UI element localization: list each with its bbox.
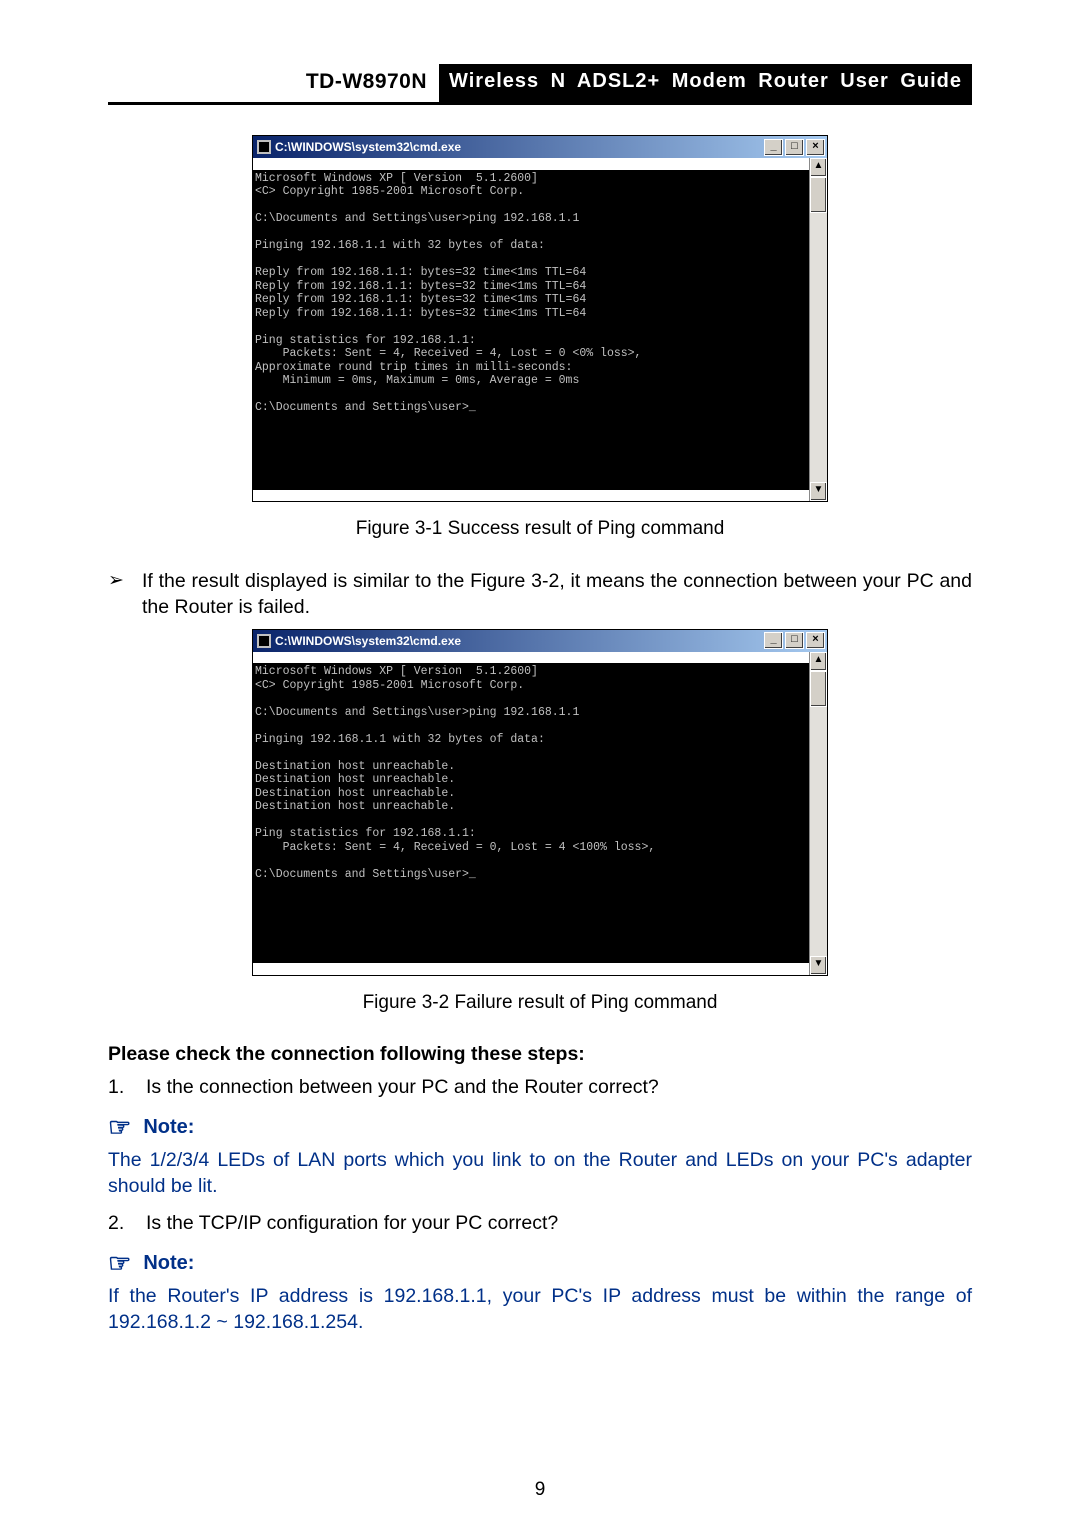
step-2-text: Is the TCP/IP configuration for your PC …: [146, 1210, 558, 1236]
maximize-button[interactable]: □: [785, 632, 804, 649]
model-box: TD-W8970N: [300, 64, 439, 102]
scrollbar-2[interactable]: ▲ ▼: [809, 652, 827, 975]
note-body-2: If the Router's IP address is 192.168.1.…: [108, 1283, 972, 1336]
cmd-icon: [257, 140, 271, 154]
scroll-up-icon[interactable]: ▲: [810, 158, 827, 177]
scroll-up-icon[interactable]: ▲: [810, 652, 827, 671]
note-label-1: Note:: [143, 1114, 194, 1141]
hand-icon: ☞: [108, 1114, 131, 1140]
scroll-down-icon[interactable]: ▼: [810, 956, 827, 975]
close-button[interactable]: ×: [806, 139, 825, 156]
guide-title: Wireless N ADSL2+ Modem Router User Guid…: [439, 64, 972, 102]
step-2: 2. Is the TCP/IP configuration for your …: [108, 1210, 972, 1236]
page: TD-W8970N Wireless N ADSL2+ Modem Router…: [0, 0, 1080, 1527]
titlebar-1: C:\WINDOWS\system32\cmd.exe _ □ ×: [253, 136, 827, 158]
note-label-2: Note:: [143, 1250, 194, 1277]
console-body-row-1: Microsoft Windows XP [ Version 5.1.2600]…: [253, 158, 827, 501]
doc-header: TD-W8970N Wireless N ADSL2+ Modem Router…: [108, 64, 972, 105]
check-heading: Please check the connection following th…: [108, 1041, 972, 1067]
window-buttons-1: _ □ ×: [764, 139, 825, 156]
page-number: 9: [0, 1477, 1080, 1503]
cmd-icon: [257, 634, 271, 648]
console-output-1: Microsoft Windows XP [ Version 5.1.2600]…: [253, 170, 809, 490]
scroll-down-icon[interactable]: ▼: [810, 482, 827, 501]
step-1-num: 1.: [108, 1074, 146, 1100]
maximize-button[interactable]: □: [785, 139, 804, 156]
note-heading-2: ☞ Note:: [108, 1250, 972, 1277]
note-body-1: The 1/2/3/4 LEDs of LAN ports which you …: [108, 1147, 972, 1200]
console-body-row-2: Microsoft Windows XP [ Version 5.1.2600]…: [253, 652, 827, 975]
titlebar-1-text: C:\WINDOWS\system32\cmd.exe: [275, 139, 764, 155]
minimize-button[interactable]: _: [764, 139, 783, 156]
titlebar-2: C:\WINDOWS\system32\cmd.exe _ □ ×: [253, 630, 827, 652]
scroll-track: [810, 707, 827, 956]
scroll-track: [810, 213, 827, 482]
bullet-item-1: ➢ If the result displayed is similar to …: [108, 568, 972, 621]
close-button[interactable]: ×: [806, 632, 825, 649]
window-buttons-2: _ □ ×: [764, 632, 825, 649]
console-output-2: Microsoft Windows XP [ Version 5.1.2600]…: [253, 663, 809, 963]
figure-caption-1: Figure 3-1 Success result of Ping comman…: [108, 516, 972, 542]
titlebar-2-text: C:\WINDOWS\system32\cmd.exe: [275, 633, 764, 649]
console-window-2: C:\WINDOWS\system32\cmd.exe _ □ × Micros…: [252, 629, 828, 976]
figure-caption-2: Figure 3-2 Failure result of Ping comman…: [108, 990, 972, 1016]
minimize-button[interactable]: _: [764, 632, 783, 649]
step-2-num: 2.: [108, 1210, 146, 1236]
bullet-text-1: If the result displayed is similar to th…: [142, 568, 972, 621]
step-1-text: Is the connection between your PC and th…: [146, 1074, 659, 1100]
console-window-1: C:\WINDOWS\system32\cmd.exe _ □ × Micros…: [252, 135, 828, 502]
note-heading-1: ☞ Note:: [108, 1114, 972, 1141]
step-1: 1. Is the connection between your PC and…: [108, 1074, 972, 1100]
scrollbar-1[interactable]: ▲ ▼: [809, 158, 827, 501]
bullet-arrow-icon: ➢: [108, 568, 142, 621]
scroll-thumb[interactable]: [810, 177, 827, 213]
hand-icon: ☞: [108, 1250, 131, 1276]
scroll-thumb[interactable]: [810, 671, 827, 707]
